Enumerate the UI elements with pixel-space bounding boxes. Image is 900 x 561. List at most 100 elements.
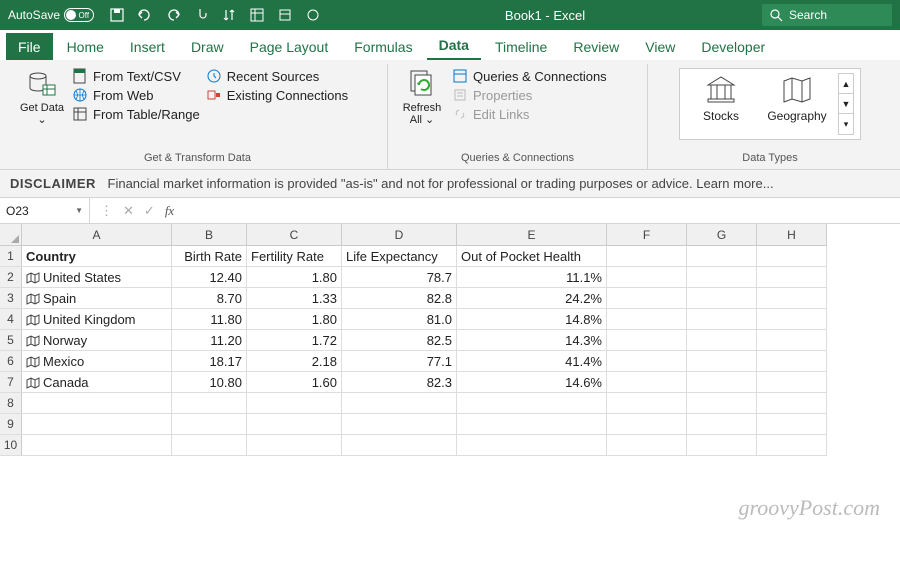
cell[interactable] (687, 435, 757, 456)
cell[interactable] (687, 267, 757, 288)
cell[interactable] (607, 330, 687, 351)
get-data-button[interactable]: Get Data ⌄ (18, 68, 66, 126)
cell[interactable]: Norway (22, 330, 172, 351)
cell[interactable] (342, 435, 457, 456)
cell[interactable] (687, 246, 757, 267)
cell[interactable]: 8.70 (172, 288, 247, 309)
cell[interactable]: 1.80 (247, 309, 342, 330)
cell[interactable]: 1.33 (247, 288, 342, 309)
row-header[interactable]: 5 (0, 330, 22, 351)
cell[interactable] (607, 351, 687, 372)
cell[interactable] (457, 414, 607, 435)
cell[interactable]: Country (22, 246, 172, 267)
recent-sources-button[interactable]: Recent Sources (206, 68, 348, 84)
cell[interactable]: Mexico (22, 351, 172, 372)
cell[interactable] (607, 267, 687, 288)
cell[interactable]: 77.1 (342, 351, 457, 372)
cell[interactable]: Birth Rate (172, 246, 247, 267)
cell[interactable] (757, 288, 827, 309)
tab-page-layout[interactable]: Page Layout (238, 33, 341, 60)
cell[interactable] (687, 309, 757, 330)
cell[interactable]: 41.4% (457, 351, 607, 372)
from-text-csv-button[interactable]: From Text/CSV (72, 68, 200, 84)
row-header[interactable]: 10 (0, 435, 22, 456)
name-box[interactable]: O23 ▼ (0, 198, 90, 223)
cell[interactable]: 82.5 (342, 330, 457, 351)
tab-review[interactable]: Review (561, 33, 631, 60)
cell[interactable] (172, 435, 247, 456)
row-header[interactable]: 8 (0, 393, 22, 414)
cell[interactable]: Out of Pocket Health (457, 246, 607, 267)
gallery-scroll[interactable]: ▲ ▼ ▾ (838, 73, 854, 135)
cell[interactable]: 24.2% (457, 288, 607, 309)
cell[interactable]: 82.3 (342, 372, 457, 393)
cell[interactable] (757, 435, 827, 456)
col-header[interactable]: A (22, 224, 172, 246)
existing-connections-button[interactable]: Existing Connections (206, 87, 348, 103)
chevron-down-icon[interactable]: ▼ (75, 206, 83, 215)
cell[interactable] (757, 309, 827, 330)
cell[interactable]: 11.1% (457, 267, 607, 288)
form-icon[interactable] (276, 8, 294, 22)
tab-developer[interactable]: Developer (689, 33, 777, 60)
row-header[interactable]: 1 (0, 246, 22, 267)
cell[interactable] (687, 414, 757, 435)
pivot-icon[interactable] (248, 8, 266, 22)
cell[interactable]: 1.72 (247, 330, 342, 351)
cell[interactable] (607, 414, 687, 435)
cell[interactable] (757, 414, 827, 435)
tab-view[interactable]: View (633, 33, 687, 60)
stocks-button[interactable]: Stocks (686, 73, 756, 135)
cell[interactable] (687, 372, 757, 393)
redo-icon[interactable] (164, 8, 182, 22)
cell[interactable]: Life Expectancy (342, 246, 457, 267)
cell[interactable] (342, 393, 457, 414)
col-header[interactable]: F (607, 224, 687, 246)
cell[interactable]: 11.80 (172, 309, 247, 330)
tab-data[interactable]: Data (427, 31, 481, 60)
cell[interactable] (607, 309, 687, 330)
formula-input[interactable] (184, 198, 900, 223)
cell[interactable] (607, 435, 687, 456)
cell[interactable] (457, 435, 607, 456)
cell[interactable]: United Kingdom (22, 309, 172, 330)
row-header[interactable]: 7 (0, 372, 22, 393)
tab-home[interactable]: Home (55, 33, 116, 60)
select-all-corner[interactable] (0, 224, 22, 246)
cell[interactable]: 14.8% (457, 309, 607, 330)
search-input[interactable]: Search (762, 4, 892, 26)
cell[interactable] (687, 351, 757, 372)
tab-timeline[interactable]: Timeline (483, 33, 559, 60)
cell[interactable] (172, 414, 247, 435)
cell[interactable]: 81.0 (342, 309, 457, 330)
cell[interactable] (172, 393, 247, 414)
col-header[interactable]: G (687, 224, 757, 246)
cell[interactable] (757, 267, 827, 288)
fx-label[interactable]: fx (165, 203, 174, 219)
autosave-toggle[interactable]: AutoSave Off (0, 8, 102, 22)
cell[interactable] (757, 330, 827, 351)
col-header[interactable]: C (247, 224, 342, 246)
cell[interactable] (607, 393, 687, 414)
cell[interactable]: 18.17 (172, 351, 247, 372)
cell[interactable] (687, 393, 757, 414)
tab-file[interactable]: File (6, 33, 53, 60)
spreadsheet-grid[interactable]: A B C D E F G H 1 Country Birth Rate Fer… (0, 224, 900, 456)
cell[interactable] (22, 393, 172, 414)
cell[interactable]: 82.8 (342, 288, 457, 309)
col-header[interactable]: H (757, 224, 827, 246)
undo-icon[interactable] (136, 8, 154, 22)
cell[interactable] (757, 372, 827, 393)
cell[interactable]: 14.3% (457, 330, 607, 351)
cell[interactable] (22, 414, 172, 435)
cell[interactable] (757, 393, 827, 414)
cell[interactable]: 10.80 (172, 372, 247, 393)
cell[interactable]: 2.18 (247, 351, 342, 372)
col-header[interactable]: B (172, 224, 247, 246)
cell[interactable] (687, 288, 757, 309)
cell[interactable]: 1.60 (247, 372, 342, 393)
cell[interactable] (757, 246, 827, 267)
tab-insert[interactable]: Insert (118, 33, 177, 60)
cell[interactable] (457, 393, 607, 414)
tab-draw[interactable]: Draw (179, 33, 236, 60)
